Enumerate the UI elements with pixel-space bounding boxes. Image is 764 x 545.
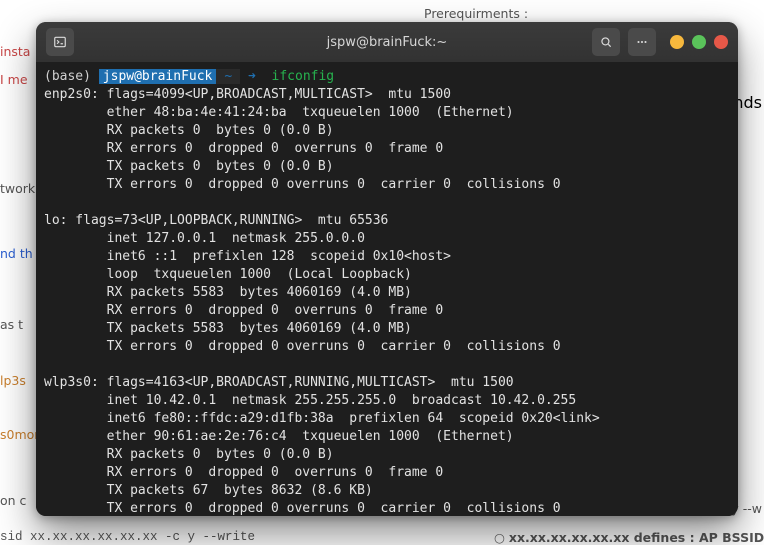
menu-button[interactable]	[628, 28, 656, 56]
bg-as-t: as t	[0, 317, 23, 332]
terminal-window: jspw@brainFuck:~ (base) jspw@brainFuck~ …	[36, 22, 738, 516]
search-button[interactable]	[592, 28, 620, 56]
bg-on-c: on c	[0, 493, 26, 508]
new-tab-button[interactable]	[46, 28, 74, 56]
more-icon	[635, 35, 649, 49]
window-controls	[670, 35, 728, 49]
prompt-path: ~	[216, 69, 240, 84]
terminal-output: enp2s0: flags=4099<UP,BROADCAST,MULTICAS…	[44, 87, 600, 516]
minimize-button[interactable]	[670, 35, 684, 49]
bg-i-me: I me	[0, 72, 28, 87]
prompt-command: ifconfig	[272, 69, 335, 84]
bg-s0mor: s0mor	[0, 427, 39, 442]
titlebar[interactable]: jspw@brainFuck:~	[36, 22, 738, 62]
maximize-button[interactable]	[692, 35, 706, 49]
terminal-body[interactable]: (base) jspw@brainFuck~ ➜ ifconfig enp2s0…	[36, 62, 738, 516]
terminal-icon	[53, 35, 67, 49]
bg-twork: twork	[0, 181, 35, 196]
bg-lp3s: lp3s	[0, 373, 26, 388]
prompt-arrow-icon: ➜	[248, 69, 256, 84]
prompt-env: (base)	[44, 69, 91, 84]
bg-bssid-bullet: xx.xx.xx.xx.xx.xx defines : AP BSSID -> …	[494, 530, 764, 545]
bg-prereq-heading: Prerequirments :	[424, 6, 528, 21]
search-icon	[599, 35, 613, 49]
bg-sid-cmd: sid xx.xx.xx.xx.xx.xx -c y --write	[0, 530, 255, 544]
close-button[interactable]	[714, 35, 728, 49]
bg-insta: insta	[0, 44, 30, 59]
prompt-userhost: jspw@brainFuck	[99, 69, 217, 84]
bg-nd-th: nd th	[0, 246, 33, 261]
